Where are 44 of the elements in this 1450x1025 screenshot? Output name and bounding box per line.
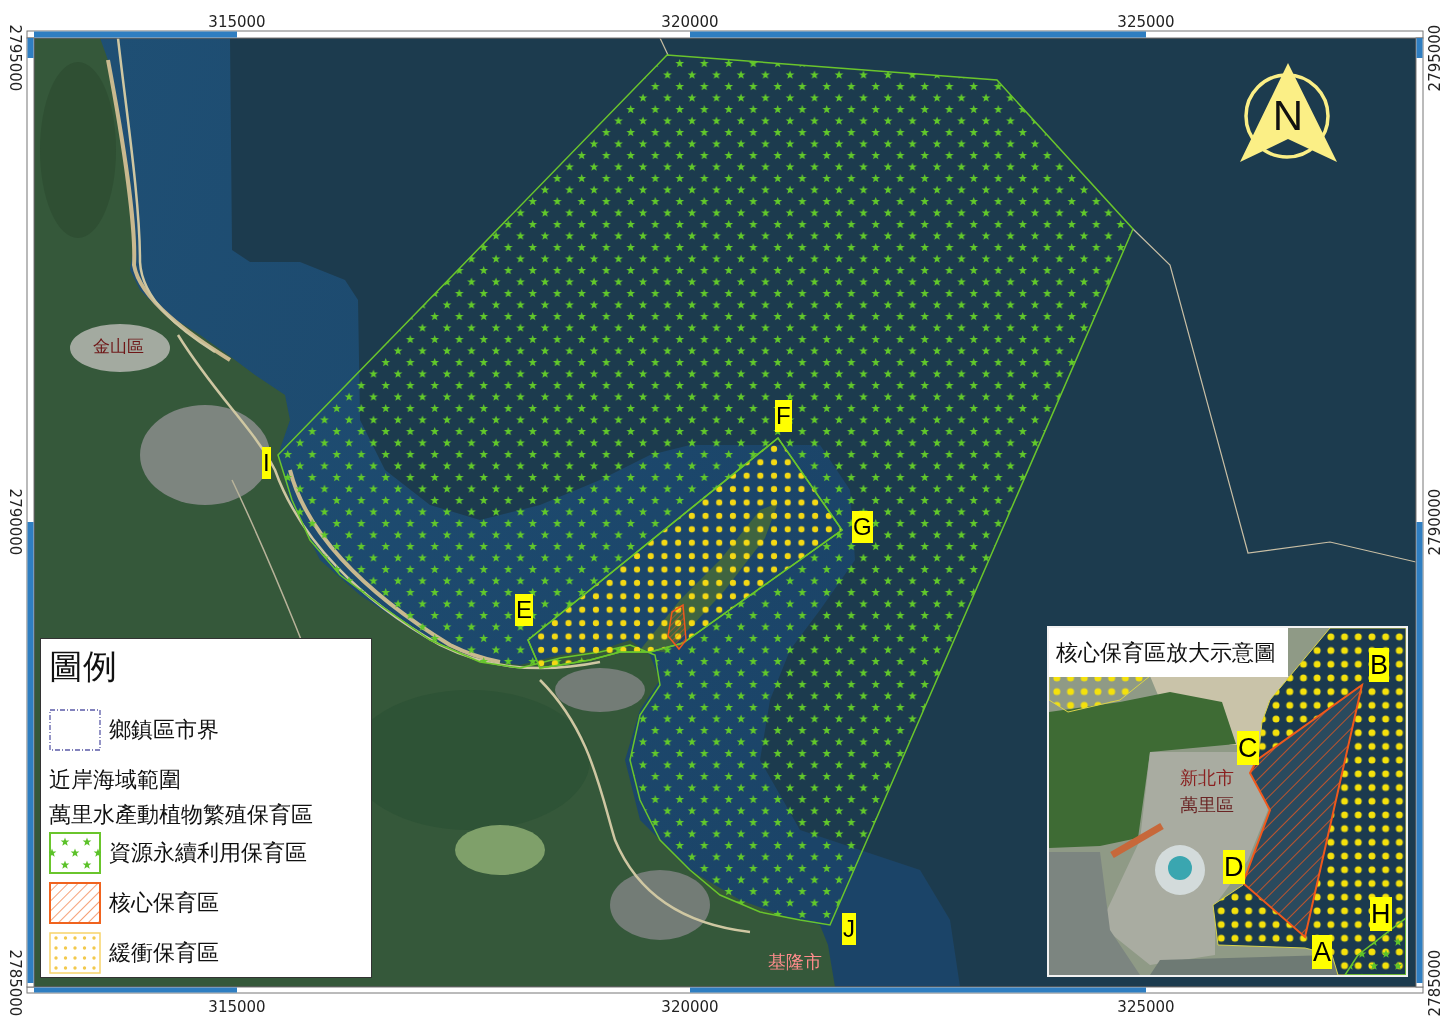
hatch-pattern-icon [49,882,101,924]
inset-title: 核心保育區放大示意圖 [1049,628,1288,677]
core-zone [667,603,687,651]
point-label: G [852,511,873,543]
legend-label: 鄉鎮區市界 [109,716,219,744]
coordinate-label: 2795000 [1426,24,1444,92]
boundary-line [659,38,669,56]
north-label: N [1272,92,1304,139]
legend-label: 緩衝保育區 [109,939,219,967]
point-label: A [1312,935,1332,969]
point-label: F [775,400,792,432]
coordinate-label: 2790000 [6,488,24,556]
round-building [1155,845,1205,895]
coordinate-label: 325000 [1117,998,1175,1016]
point-label: E [515,594,533,626]
legend-heading: 萬里水產動植物繁殖保育區 [49,801,313,829]
coordinate-label: 2790000 [1426,488,1444,556]
coordinate-label: 315000 [208,998,266,1016]
legend-label: 核心保育區 [109,889,219,917]
coordinate-label: 315000 [208,13,266,31]
point-label: H [1370,897,1392,931]
coordinate-label: 2785000 [1426,949,1444,1017]
coordinate-label: 325000 [1117,13,1175,31]
star-pattern-icon [49,832,101,874]
point-label: D [1223,850,1245,884]
coordinate-label: 2785000 [6,949,24,1017]
point-label: J [842,913,856,945]
roof-strip [1110,822,1164,859]
north-arrow-icon [1240,63,1337,162]
coordinate-label: 2795000 [6,24,24,92]
place-label: 基隆市 [768,952,822,972]
legend-title: 圖例 [49,645,117,687]
legend-heading: 近岸海域範圍 [49,766,181,794]
dashed-box-icon [49,709,101,751]
point-label: B [1369,648,1389,682]
point-label: C [1237,731,1259,765]
coordinate-label: 320000 [661,998,719,1016]
dot-pattern-icon [49,932,101,974]
place-label: 新北市 [1180,768,1234,788]
place-label: 金山區 [93,337,144,356]
point-label: I [262,447,271,479]
legend-label: 資源永續利用保育區 [109,839,307,867]
coordinate-label: 320000 [661,13,719,31]
place-label: 萬里區 [1180,795,1234,815]
